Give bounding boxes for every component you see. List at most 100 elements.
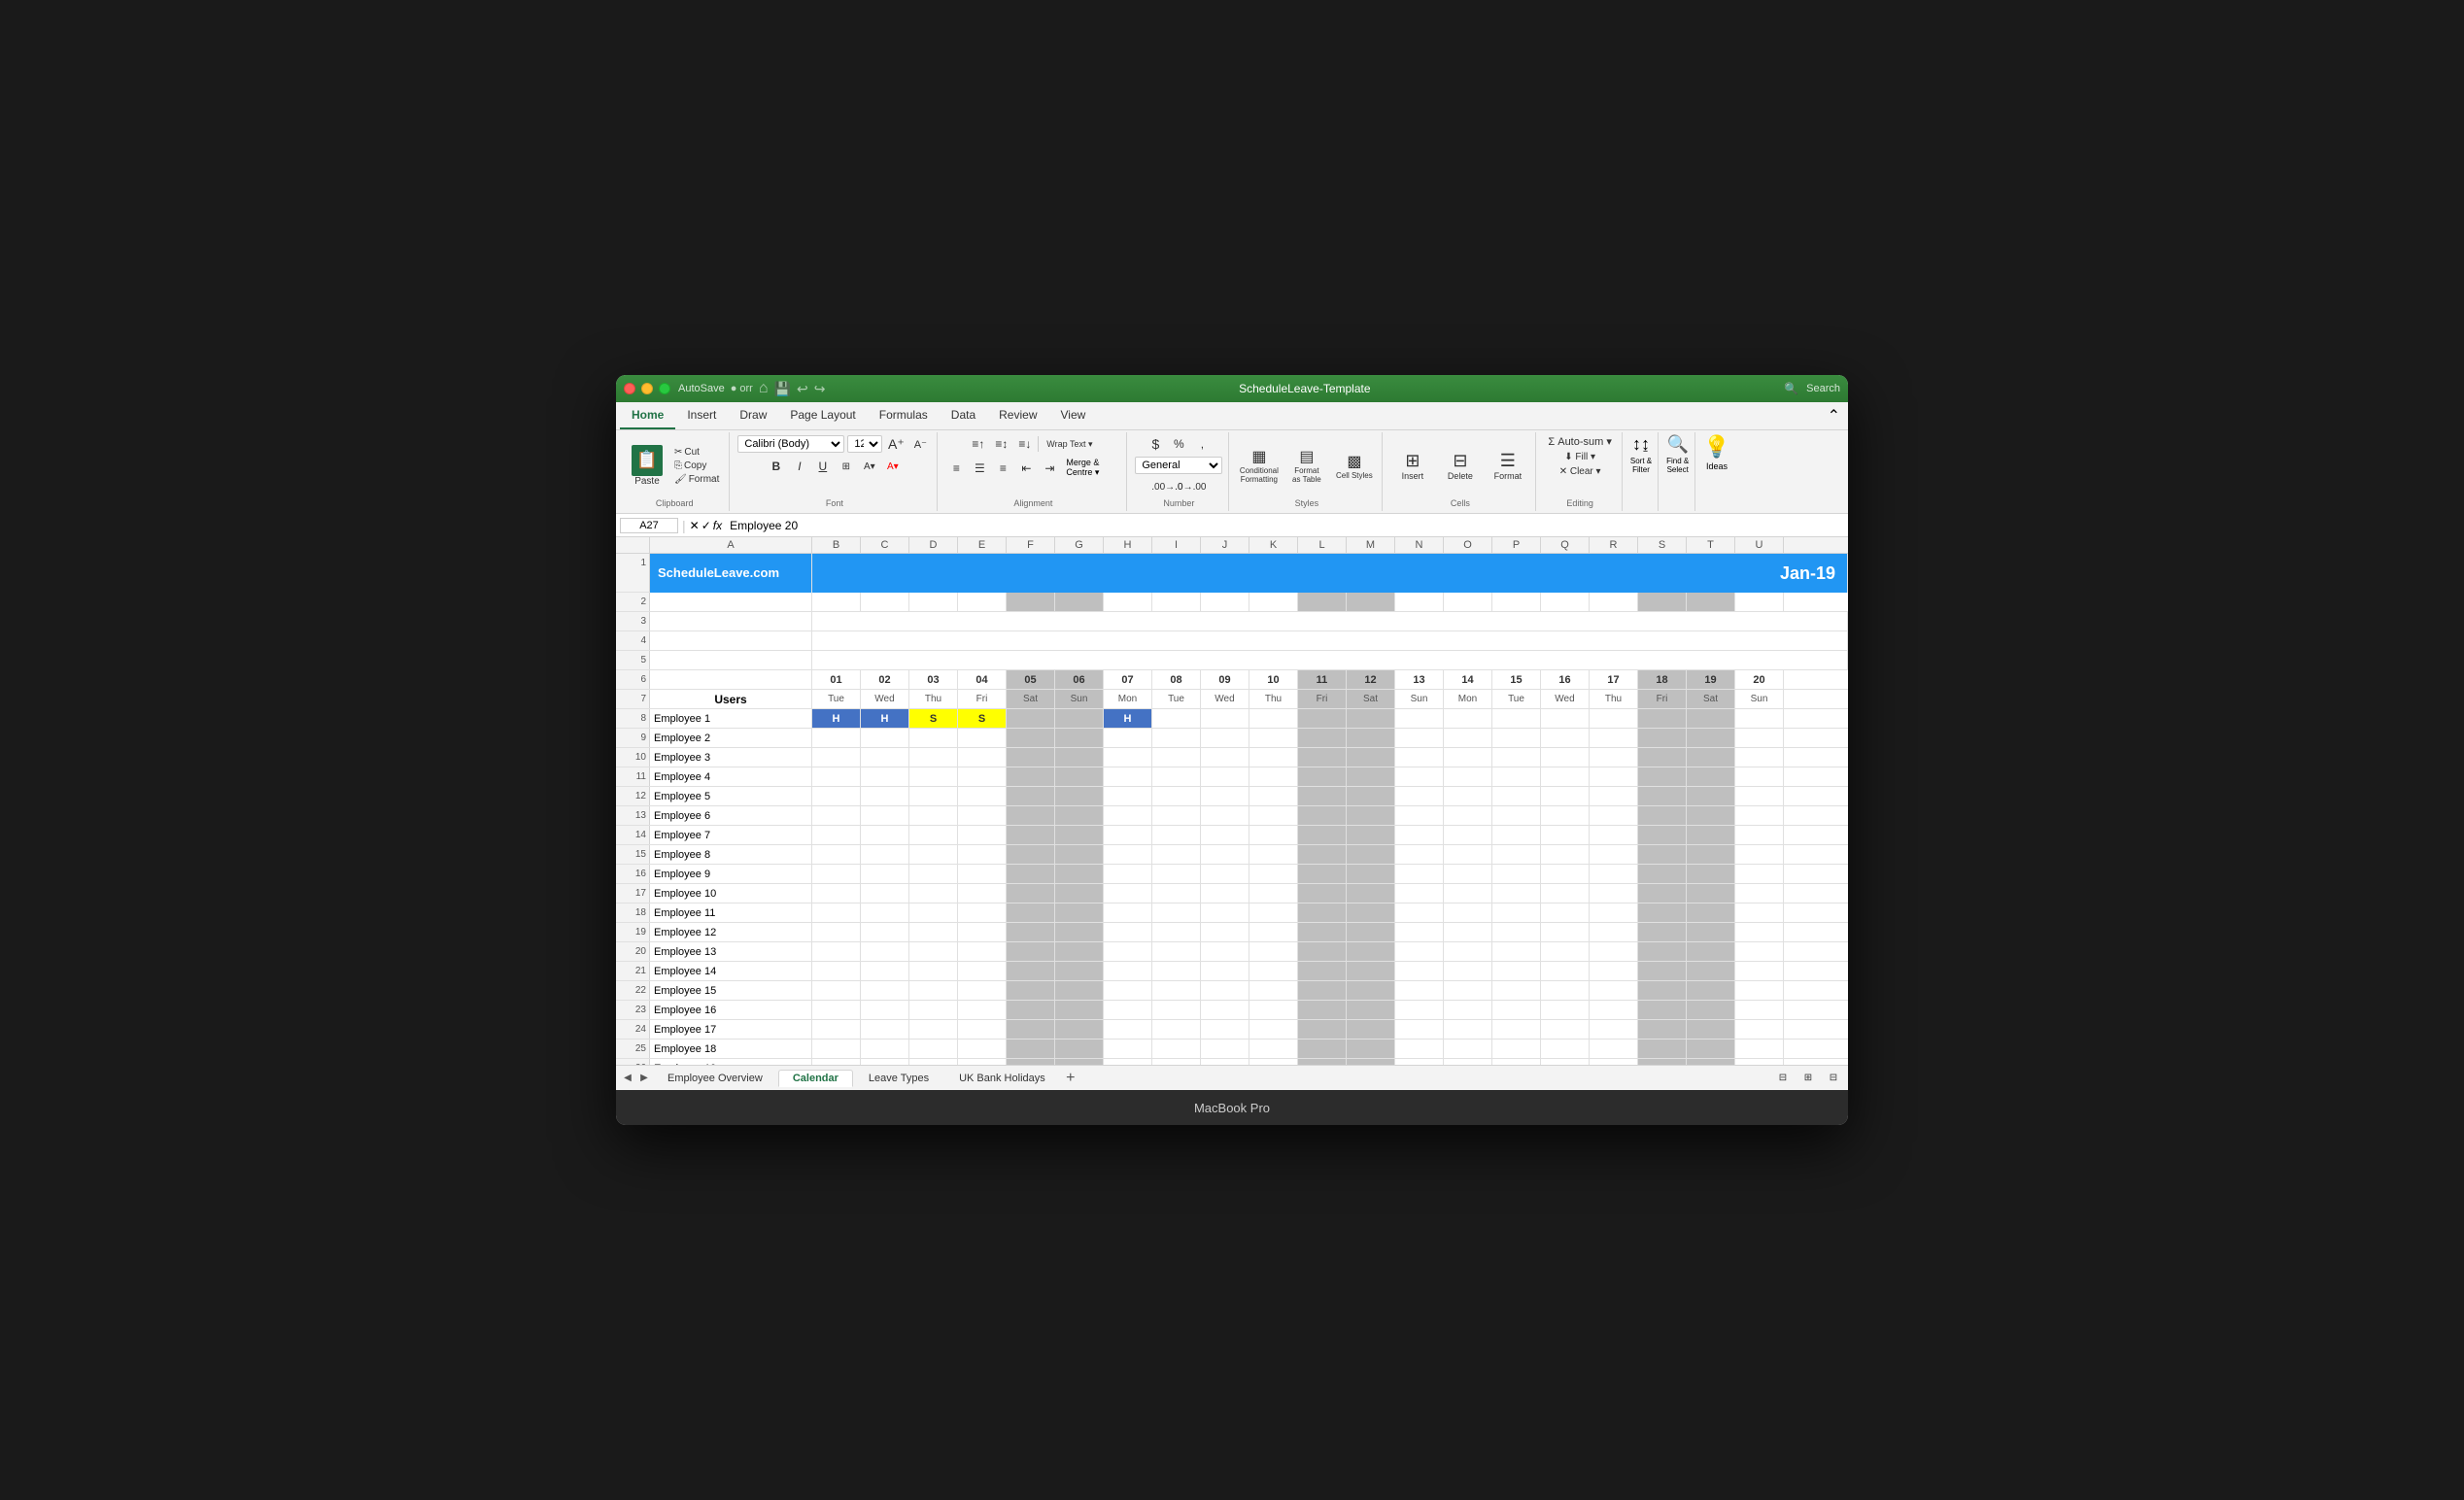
emp18-g[interactable] [1055, 1040, 1104, 1058]
emp2-p[interactable] [1492, 729, 1541, 747]
emp4-g[interactable] [1055, 767, 1104, 786]
emp17-p[interactable] [1492, 1020, 1541, 1039]
emp3-o[interactable] [1444, 748, 1492, 767]
emp13-c[interactable] [861, 942, 909, 961]
emp15-l[interactable] [1298, 981, 1347, 1000]
emp6-o[interactable] [1444, 806, 1492, 825]
emp17-s[interactable] [1638, 1020, 1687, 1039]
cell-2-I[interactable] [1152, 593, 1201, 611]
emp1-o[interactable] [1444, 709, 1492, 728]
emp15-b[interactable] [812, 981, 861, 1000]
indent-increase-button[interactable]: ⇥ [1039, 459, 1060, 478]
emp4-f[interactable] [1007, 767, 1055, 786]
emp2-b[interactable] [812, 729, 861, 747]
emp16-u[interactable] [1735, 1001, 1784, 1019]
emp3-f[interactable] [1007, 748, 1055, 767]
percent-icon[interactable]: % [1168, 434, 1189, 454]
emp2-j[interactable] [1201, 729, 1249, 747]
align-left-button[interactable]: ≡ [945, 459, 967, 478]
emp6-q[interactable] [1541, 806, 1590, 825]
emp18-o[interactable] [1444, 1040, 1492, 1058]
day-Mon2[interactable]: Mon [1444, 690, 1492, 708]
emp6-m[interactable] [1347, 806, 1395, 825]
cell-2-B[interactable] [812, 593, 861, 611]
emp17-k[interactable] [1249, 1020, 1298, 1039]
emp8-i[interactable] [1152, 845, 1201, 864]
emp11-j[interactable] [1201, 903, 1249, 922]
emp13-p[interactable] [1492, 942, 1541, 961]
day-Sat1[interactable]: Sat [1007, 690, 1055, 708]
emp12-q[interactable] [1541, 923, 1590, 941]
date-13[interactable]: 13 [1395, 670, 1444, 689]
emp8-f[interactable] [1007, 845, 1055, 864]
emp11-d[interactable] [909, 903, 958, 922]
col-header-E[interactable]: E [958, 537, 1007, 553]
emp10-g[interactable] [1055, 884, 1104, 903]
emp9-n[interactable] [1395, 865, 1444, 883]
emp5-r[interactable] [1590, 787, 1638, 805]
emp14-n[interactable] [1395, 962, 1444, 980]
format-painter-button[interactable]: 🖌 Format [670, 473, 723, 486]
users-label-cell[interactable]: Users [650, 690, 812, 708]
emp17-t[interactable] [1687, 1020, 1735, 1039]
emp8-e[interactable] [958, 845, 1007, 864]
col-header-U[interactable]: U [1735, 537, 1784, 553]
emp10-h[interactable] [1104, 884, 1152, 903]
emp7-g[interactable] [1055, 826, 1104, 844]
emp12-s[interactable] [1638, 923, 1687, 941]
align-bottom-button[interactable]: ≡↓ [1014, 434, 1036, 454]
emp17-f[interactable] [1007, 1020, 1055, 1039]
emp14-o[interactable] [1444, 962, 1492, 980]
emp11-s[interactable] [1638, 903, 1687, 922]
date-16[interactable]: 16 [1541, 670, 1590, 689]
emp8-u[interactable] [1735, 845, 1784, 864]
emp6-n[interactable] [1395, 806, 1444, 825]
emp17-o[interactable] [1444, 1020, 1492, 1039]
tab-page-layout[interactable]: Page Layout [778, 402, 867, 429]
emp10-k[interactable] [1249, 884, 1298, 903]
emp2-l[interactable] [1298, 729, 1347, 747]
emp12-g[interactable] [1055, 923, 1104, 941]
emp16-q[interactable] [1541, 1001, 1590, 1019]
formula-input[interactable] [726, 519, 1844, 532]
emp16-name[interactable]: Employee 16 [650, 1001, 812, 1019]
col-header-A[interactable]: A [650, 537, 812, 553]
emp3-t[interactable] [1687, 748, 1735, 767]
indent-decrease-button[interactable]: ⇤ [1015, 459, 1037, 478]
increase-decimal-button[interactable]: .0→.00 [1180, 477, 1201, 496]
date-14[interactable]: 14 [1444, 670, 1492, 689]
emp8-b[interactable] [812, 845, 861, 864]
emp18-l[interactable] [1298, 1040, 1347, 1058]
emp16-m[interactable] [1347, 1001, 1395, 1019]
emp14-u[interactable] [1735, 962, 1784, 980]
date-18[interactable]: 18 [1638, 670, 1687, 689]
day-Thu3[interactable]: Thu [1590, 690, 1638, 708]
emp5-name[interactable]: Employee 5 [650, 787, 812, 805]
emp9-b[interactable] [812, 865, 861, 883]
emp4-m[interactable] [1347, 767, 1395, 786]
emp1-g[interactable] [1055, 709, 1104, 728]
emp18-r[interactable] [1590, 1040, 1638, 1058]
emp18-d[interactable] [909, 1040, 958, 1058]
emp6-h[interactable] [1104, 806, 1152, 825]
emp5-b[interactable] [812, 787, 861, 805]
font-name-select[interactable]: Calibri (Body) [737, 435, 844, 453]
emp11-t[interactable] [1687, 903, 1735, 922]
emp14-k[interactable] [1249, 962, 1298, 980]
emp6-l[interactable] [1298, 806, 1347, 825]
emp3-i[interactable] [1152, 748, 1201, 767]
align-center-button[interactable]: ☰ [969, 459, 990, 478]
emp3-r[interactable] [1590, 748, 1638, 767]
font-color-button[interactable]: A▾ [882, 457, 904, 476]
date-08[interactable]: 08 [1152, 670, 1201, 689]
emp4-r[interactable] [1590, 767, 1638, 786]
emp2-o[interactable] [1444, 729, 1492, 747]
emp18-i[interactable] [1152, 1040, 1201, 1058]
emp15-p[interactable] [1492, 981, 1541, 1000]
emp17-l[interactable] [1298, 1020, 1347, 1039]
emp9-g[interactable] [1055, 865, 1104, 883]
emp7-f[interactable] [1007, 826, 1055, 844]
emp16-g[interactable] [1055, 1001, 1104, 1019]
emp4-s[interactable] [1638, 767, 1687, 786]
emp3-c[interactable] [861, 748, 909, 767]
